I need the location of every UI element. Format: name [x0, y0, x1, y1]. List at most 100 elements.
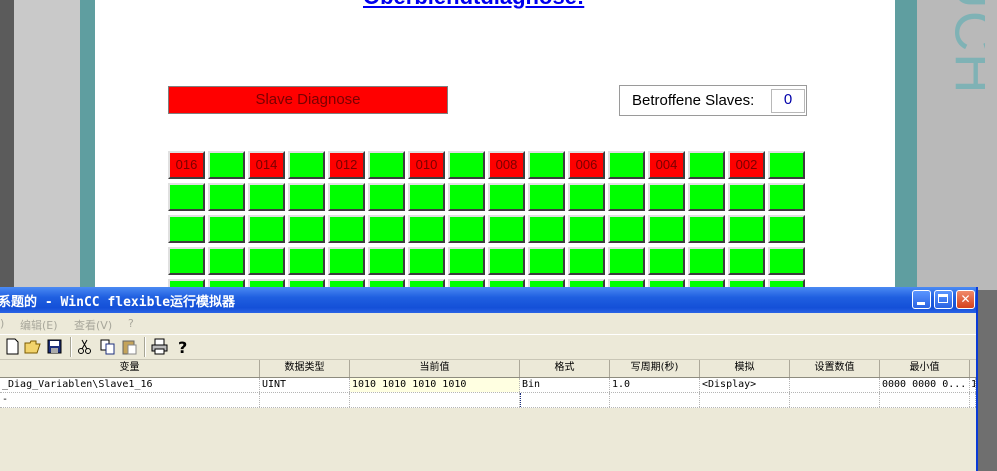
slave-status-cell: 016	[168, 151, 205, 179]
column-header-overflow	[970, 360, 976, 377]
cell-set-value[interactable]	[790, 393, 880, 407]
cell-datatype[interactable]: UINT	[260, 378, 350, 392]
close-icon: ✕	[960, 292, 971, 306]
slave-status-cell	[488, 215, 525, 243]
slave-status-cell	[528, 151, 565, 179]
affected-slaves-label: Betroffene Slaves:	[632, 92, 755, 109]
slave-status-cell: 010	[408, 151, 445, 179]
slave-status-cell	[208, 247, 245, 275]
paste-icon[interactable]	[121, 338, 138, 355]
slave-status-cell	[648, 183, 685, 211]
menu-item-view[interactable]: 查看(V)	[74, 317, 112, 333]
save-icon[interactable]	[46, 338, 63, 355]
slave-status-cell	[688, 151, 725, 179]
slave-diagnose-button[interactable]: Slave Diagnose	[168, 86, 448, 114]
table-row[interactable]: -	[0, 393, 976, 408]
minimize-button[interactable]	[912, 290, 931, 309]
cell-datatype[interactable]	[260, 393, 350, 407]
slave-status-cell	[448, 151, 485, 179]
column-header-datatype[interactable]: 数据类型	[260, 360, 350, 377]
slave-status-cell	[768, 183, 805, 211]
slave-status-cell	[688, 247, 725, 275]
slave-status-cell	[408, 247, 445, 275]
toolbar-separator	[70, 337, 72, 357]
window-title: 系题的 - WinCC flexible运行模拟器	[0, 295, 236, 310]
slave-status-grid: 016 014 012 010 008 006 004 002	[168, 151, 805, 307]
slave-status-cell	[288, 151, 325, 179]
slave-status-cell	[168, 183, 205, 211]
slave-status-cell	[288, 215, 325, 243]
hmi-frame-right	[895, 0, 917, 290]
cell-min-value[interactable]	[880, 393, 970, 407]
cell-format[interactable]: Bin	[520, 378, 610, 392]
slave-status-cell	[208, 215, 245, 243]
cell-min-value[interactable]: 0000 0000 0...	[880, 378, 970, 392]
menu-item-edit[interactable]: 编辑(E)	[20, 317, 58, 333]
minimize-icon	[917, 302, 925, 305]
slave-status-cell	[408, 183, 445, 211]
cell-variable[interactable]: _Diag_Variablen\Slave1_16	[0, 378, 260, 392]
column-header-format[interactable]: 格式	[520, 360, 610, 377]
column-header-variable[interactable]: 变量	[0, 360, 260, 377]
slave-status-cell	[368, 247, 405, 275]
slave-status-cell: 004	[648, 151, 685, 179]
print-icon[interactable]	[151, 338, 168, 355]
table-row[interactable]: _Diag_Variablen\Slave1_16 UINT 1010 1010…	[0, 378, 976, 393]
slave-status-cell	[568, 247, 605, 275]
slave-status-cell	[488, 183, 525, 211]
cell-set-value[interactable]	[790, 378, 880, 392]
slave-status-cell	[408, 215, 445, 243]
slave-status-cell	[208, 151, 245, 179]
maximize-button[interactable]	[934, 290, 953, 309]
svg-text:?: ?	[178, 338, 187, 355]
page-heading-link[interactable]: Oberblendtdiagnose:	[363, 0, 584, 10]
cell-simulation[interactable]	[700, 393, 790, 407]
copy-icon[interactable]	[99, 338, 116, 355]
menu-item-help[interactable]: ?	[128, 317, 134, 330]
variable-table-body: _Diag_Variablen\Slave1_16 UINT 1010 1010…	[0, 378, 976, 471]
slave-status-cell	[528, 247, 565, 275]
slave-status-cell	[248, 247, 285, 275]
window-titlebar[interactable]: 系题的 - WinCC flexible运行模拟器 ✕	[0, 287, 976, 313]
column-header-write-cycle[interactable]: 写周期(秒)	[610, 360, 700, 377]
cell-format[interactable]	[520, 393, 610, 407]
slave-status-cell	[768, 247, 805, 275]
cut-icon[interactable]	[76, 338, 93, 355]
cell-overflow	[970, 393, 976, 407]
slave-status-cell	[728, 183, 765, 211]
simulator-window: 系题的 - WinCC flexible运行模拟器 ✕ ) 编辑(E) 查看(V…	[0, 287, 978, 471]
variable-table-header: 变量 数据类型 当前值 格式 写周期(秒) 模拟 设置数值 最小值	[0, 360, 976, 378]
affected-slaves-panel: Betroffene Slaves: 0	[619, 85, 807, 116]
cell-write-cycle[interactable]: 1.0	[610, 378, 700, 392]
slave-status-cell	[688, 215, 725, 243]
slave-status-cell	[608, 151, 645, 179]
slave-status-cell	[248, 183, 285, 211]
cell-write-cycle[interactable]	[610, 393, 700, 407]
slave-status-cell	[368, 183, 405, 211]
slave-status-cell: 002	[728, 151, 765, 179]
slave-status-cell	[728, 215, 765, 243]
toolbar-separator	[144, 337, 146, 357]
new-icon[interactable]	[4, 338, 21, 355]
slave-status-cell	[528, 183, 565, 211]
slave-status-cell	[568, 183, 605, 211]
help-icon[interactable]: ?	[174, 338, 191, 355]
open-icon[interactable]	[24, 338, 41, 355]
cell-simulation[interactable]: <Display>	[700, 378, 790, 392]
slave-status-cell	[608, 215, 645, 243]
column-header-set-value[interactable]: 设置数值	[790, 360, 880, 377]
cell-variable[interactable]: -	[0, 393, 260, 407]
column-header-min-value[interactable]: 最小值	[880, 360, 970, 377]
column-header-simulation[interactable]: 模拟	[700, 360, 790, 377]
menu-item-file[interactable]: )	[0, 317, 4, 330]
maximize-icon	[938, 294, 948, 303]
slave-status-cell: 008	[488, 151, 525, 179]
column-header-current-value[interactable]: 当前值	[350, 360, 520, 377]
hmi-bezel-left	[14, 0, 81, 290]
slave-status-cell: 006	[568, 151, 605, 179]
brand-label: TOUCH	[915, 0, 986, 125]
slave-status-cell	[528, 215, 565, 243]
close-button[interactable]: ✕	[956, 290, 975, 309]
slave-status-cell	[608, 247, 645, 275]
slave-status-cell	[208, 183, 245, 211]
